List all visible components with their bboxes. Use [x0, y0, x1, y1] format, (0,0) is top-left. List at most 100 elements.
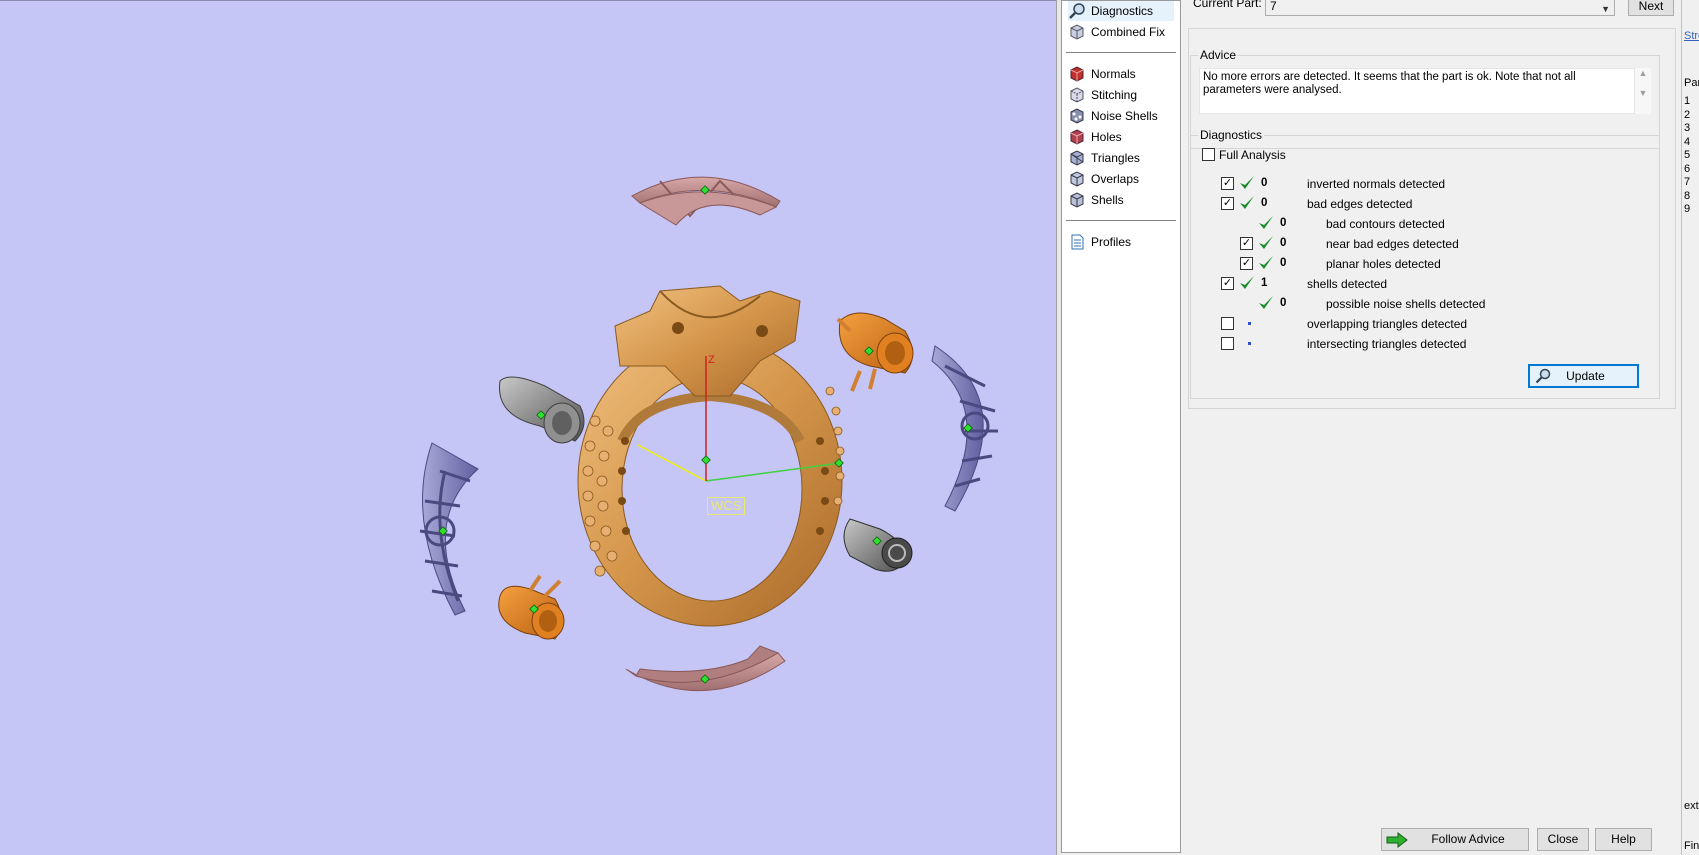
current-part-select[interactable]: 7 ▼: [1265, 0, 1615, 16]
diagnostic-label: overlapping triangles detected: [1307, 317, 1468, 331]
finish-label: Fin: [1684, 840, 1699, 852]
grey-part-right: [843, 518, 913, 572]
advice-text: No more errors are detected. It seems th…: [1199, 68, 1635, 114]
ring-model: [577, 285, 845, 627]
holes-cube-icon: [1070, 129, 1084, 145]
diagnostic-label: near bad edges detected: [1326, 237, 1459, 251]
cube-fix-icon: [1070, 24, 1084, 40]
triangles-cube-icon: [1070, 150, 1084, 166]
tool-holes[interactable]: Holes: [1068, 127, 1122, 147]
current-part-label: Current Part:: [1193, 0, 1262, 10]
part-row-index[interactable]: 1: [1684, 95, 1690, 107]
diagnostic-label: possible noise shells detected: [1326, 297, 1486, 311]
full-analysis-checkbox[interactable]: [1202, 148, 1215, 161]
tool-label: Triangles: [1091, 151, 1140, 165]
green-check-icon: [1259, 256, 1273, 269]
tool-overlaps[interactable]: Overlaps: [1068, 169, 1139, 189]
help-button[interactable]: Help: [1595, 828, 1652, 851]
part-row-index[interactable]: 8: [1684, 190, 1690, 202]
diagnostic-checkbox[interactable]: ✓: [1221, 197, 1234, 210]
update-button[interactable]: Update: [1528, 364, 1639, 388]
next-button[interactable]: Next: [1628, 0, 1674, 16]
magnifier-icon: [1535, 368, 1551, 384]
diagnostic-checkbox[interactable]: [1221, 317, 1234, 330]
green-check-icon: [1240, 276, 1254, 289]
diagnostic-count: 0: [1261, 197, 1268, 209]
texture-label: extu: [1684, 800, 1699, 812]
not-analysed-dot: [1248, 322, 1251, 325]
pink-part-top: [631, 176, 781, 226]
tool-profiles[interactable]: Profiles: [1068, 232, 1131, 252]
diagnostic-count: 0: [1280, 237, 1287, 249]
tool-stitching[interactable]: Stitching: [1068, 85, 1137, 105]
diagnostic-count: 0: [1261, 177, 1268, 189]
diagnostic-checkbox[interactable]: [1221, 337, 1234, 350]
part-row-index[interactable]: 3: [1684, 122, 1690, 134]
normals-cube-icon: [1070, 66, 1084, 82]
diagnostic-label: intersecting triangles detected: [1307, 337, 1467, 351]
tool-label: Shells: [1091, 193, 1124, 207]
tool-label: Stitching: [1091, 88, 1138, 102]
parts-header: Par: [1684, 77, 1699, 89]
tool-diagnostics[interactable]: Diagnostics: [1068, 1, 1174, 21]
tool-noise-shells[interactable]: Noise Shells: [1068, 106, 1158, 126]
noise-shells-cube-icon: [1070, 108, 1084, 124]
advice-scrollbar[interactable]: ▲ ▼: [1635, 68, 1651, 114]
part-row-index[interactable]: 5: [1684, 149, 1690, 161]
wcs-label: WCS: [707, 497, 746, 515]
shells-cube-icon: [1070, 192, 1084, 208]
side-panel-clipped: Stre Par 1 23 45 67 89 extu Fin: [1681, 0, 1699, 855]
chevron-down-icon: ▼: [1601, 4, 1610, 14]
green-arrow-icon: [1386, 831, 1408, 848]
tool-shells[interactable]: Shells: [1068, 190, 1124, 210]
tool-normals[interactable]: Normals: [1068, 64, 1136, 84]
diagnostic-checkbox[interactable]: ✓: [1240, 237, 1253, 250]
separator: [1066, 220, 1176, 221]
diagnostic-count: 0: [1280, 257, 1287, 269]
diagnostic-label: planar holes detected: [1326, 257, 1441, 271]
tool-label: Profiles: [1091, 235, 1132, 249]
blue-part-left: [419, 442, 479, 616]
part-row-index[interactable]: 4: [1684, 136, 1690, 148]
green-check-icon: [1259, 296, 1273, 309]
tool-triangles[interactable]: Triangles: [1068, 148, 1140, 168]
overlaps-cube-icon: [1070, 171, 1084, 187]
part-row-index[interactable]: 6: [1684, 163, 1690, 175]
diagnostic-count: 0: [1280, 217, 1287, 229]
tool-label: Noise Shells: [1091, 109, 1158, 123]
streams-link[interactable]: Stre: [1684, 30, 1699, 42]
diagnostic-checkbox[interactable]: ✓: [1221, 277, 1234, 290]
green-check-icon: [1240, 176, 1254, 189]
diagnostic-label: inverted normals detected: [1307, 177, 1446, 191]
diagnostic-label: bad edges detected: [1307, 197, 1413, 211]
part-row-index[interactable]: 9: [1684, 203, 1690, 215]
advice-title: Advice: [1198, 48, 1239, 62]
diagnostics-panel: Current Part: 7 ▼ Next Advice No more er…: [1181, 0, 1681, 855]
3d-viewport[interactable]: Z WCS: [0, 0, 1056, 855]
magnifier-icon: [1069, 3, 1085, 19]
pink-part-bottom: [625, 645, 786, 692]
current-part-value: 7: [1270, 0, 1277, 13]
tool-label: Overlaps: [1091, 172, 1140, 186]
green-check-icon: [1240, 196, 1254, 209]
separator: [1066, 52, 1176, 53]
diagnostic-checkbox[interactable]: ✓: [1240, 257, 1253, 270]
follow-advice-button[interactable]: Follow Advice: [1381, 828, 1529, 851]
part-row-index[interactable]: 7: [1684, 176, 1690, 188]
diagnostic-checkbox[interactable]: ✓: [1221, 177, 1234, 190]
tool-combined-fix[interactable]: Combined Fix: [1068, 22, 1165, 42]
full-analysis-label: Full Analysis: [1219, 148, 1286, 162]
scene-render: Z: [419, 176, 998, 692]
diagnostic-label: bad contours detected: [1326, 217, 1445, 231]
part-row-index[interactable]: 2: [1684, 109, 1690, 121]
analysis-box: Advice No more errors are detected. It s…: [1188, 28, 1676, 409]
diagnostic-label: shells detected: [1307, 277, 1388, 291]
tool-label: Normals: [1091, 67, 1136, 81]
update-label: Update: [1566, 369, 1605, 383]
grey-part-left: [499, 376, 585, 444]
diagnostics-title: Diagnostics: [1198, 128, 1265, 142]
orange-part-right: [836, 312, 914, 392]
tool-label: Combined Fix: [1091, 25, 1166, 39]
close-button[interactable]: Close: [1537, 828, 1589, 851]
green-check-icon: [1259, 236, 1273, 249]
